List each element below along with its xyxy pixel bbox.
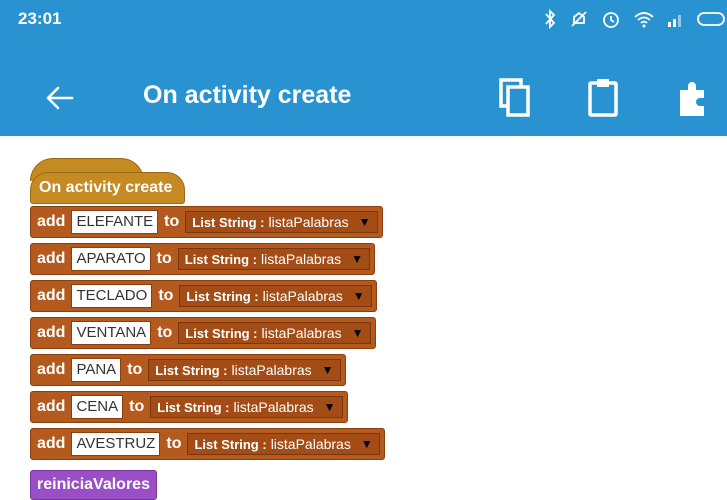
to-keyword: to bbox=[156, 250, 172, 267]
add-to-list-block[interactable]: add TECLADO to List String : listaPalabras ▼ bbox=[30, 280, 377, 312]
add-to-list-block[interactable]: add CENA to List String : listaPalabras ▼ bbox=[30, 391, 348, 423]
paste-button[interactable] bbox=[584, 76, 624, 120]
event-block[interactable]: On activity create bbox=[30, 172, 186, 204]
list-name-label: listaPalabras bbox=[270, 436, 351, 452]
bluetooth-icon bbox=[543, 9, 557, 29]
dropdown-arrow-icon[interactable]: ▼ bbox=[361, 437, 373, 451]
dropdown-arrow-icon[interactable]: ▼ bbox=[324, 400, 336, 414]
list-type-label: List String : bbox=[194, 436, 267, 452]
battery-icon bbox=[697, 11, 727, 27]
list-name-label: listaPalabras bbox=[262, 288, 343, 304]
list-variable-dropdown[interactable]: List String : listaPalabras ▼ bbox=[150, 396, 343, 418]
signal-icon bbox=[667, 11, 685, 27]
add-to-list-block[interactable]: add ELEFANTE to List String : listaPalabras ▼ bbox=[30, 206, 383, 238]
list-type-label: List String : bbox=[157, 399, 230, 415]
list-type-label: List String : bbox=[155, 362, 228, 378]
procedure-call-block[interactable]: reiniciaValores bbox=[30, 470, 157, 500]
list-name-label: listaPalabras bbox=[261, 325, 342, 341]
to-keyword: to bbox=[129, 398, 145, 415]
to-keyword: to bbox=[127, 361, 143, 378]
list-variable-dropdown[interactable]: List String : listaPalabras ▼ bbox=[178, 322, 371, 344]
string-value-field[interactable]: APARATO bbox=[71, 247, 151, 271]
add-to-list-block[interactable]: add APARATO to List String : listaPalabras ▼ bbox=[30, 243, 376, 275]
arrow-left-icon bbox=[46, 86, 74, 110]
status-time: 23:01 bbox=[18, 9, 62, 28]
to-keyword: to bbox=[164, 213, 180, 230]
dropdown-arrow-icon[interactable]: ▼ bbox=[351, 252, 363, 266]
string-value-field[interactable]: VENTANA bbox=[71, 321, 152, 345]
list-name-label: listaPalabras bbox=[268, 214, 349, 230]
puzzle-icon bbox=[680, 82, 704, 116]
list-type-label: List String : bbox=[185, 325, 258, 341]
page-title: On activity create bbox=[143, 81, 352, 109]
string-value-field[interactable]: ELEFANTE bbox=[71, 210, 159, 234]
list-type-label: List String : bbox=[186, 288, 259, 304]
string-value-field[interactable]: TECLADO bbox=[71, 284, 153, 308]
list-type-label: List String : bbox=[192, 214, 265, 230]
add-keyword: add bbox=[37, 213, 66, 230]
copy-button[interactable] bbox=[496, 76, 536, 120]
blocks-canvas[interactable]: On activity create add ELEFANTE to List Str… bbox=[0, 136, 727, 500]
add-to-list-block[interactable]: add PANA to List String : listaPalabras ▼ bbox=[30, 354, 346, 386]
add-keyword: add bbox=[37, 324, 66, 341]
add-keyword: add bbox=[37, 287, 66, 304]
clipboard-icon bbox=[588, 79, 618, 117]
add-keyword: add bbox=[37, 250, 66, 267]
add-to-list-block[interactable]: add AVESTRUZ to List String : listaPalabras ▼ bbox=[30, 428, 385, 460]
status-bar: 23:01 bbox=[0, 0, 727, 38]
app-bar: On activity create bbox=[0, 38, 727, 136]
add-keyword: add bbox=[37, 361, 66, 378]
dropdown-arrow-icon[interactable]: ▼ bbox=[322, 363, 334, 377]
back-button[interactable] bbox=[40, 78, 80, 118]
list-name-label: listaPalabras bbox=[231, 362, 312, 378]
string-value-field[interactable]: AVESTRUZ bbox=[71, 432, 161, 456]
list-variable-dropdown[interactable]: List String : listaPalabras ▼ bbox=[179, 285, 372, 307]
string-value-field[interactable]: CENA bbox=[71, 395, 124, 419]
add-keyword: add bbox=[37, 398, 66, 415]
to-keyword: to bbox=[166, 435, 182, 452]
list-name-label: listaPalabras bbox=[260, 251, 342, 267]
dropdown-arrow-icon[interactable]: ▼ bbox=[353, 289, 365, 303]
alarm-icon bbox=[601, 9, 621, 29]
to-keyword: to bbox=[157, 324, 173, 341]
string-value-field[interactable]: PANA bbox=[71, 358, 122, 382]
list-variable-dropdown[interactable]: List String : listaPalabras ▼ bbox=[148, 359, 341, 381]
list-variable-dropdown[interactable]: List String : listaPalabras ▼ bbox=[177, 248, 371, 270]
status-icons bbox=[543, 5, 727, 33]
dropdown-arrow-icon[interactable]: ▼ bbox=[359, 215, 371, 229]
add-keyword: add bbox=[37, 435, 66, 452]
list-variable-dropdown[interactable]: List String : listaPalabras ▼ bbox=[185, 211, 378, 233]
list-variable-dropdown[interactable]: List String : listaPalabras ▼ bbox=[187, 433, 380, 455]
wifi-icon bbox=[633, 10, 655, 28]
dropdown-arrow-icon[interactable]: ▼ bbox=[352, 326, 364, 340]
list-type-label: List String : bbox=[184, 251, 257, 267]
mute-icon bbox=[569, 9, 589, 29]
list-name-label: listaPalabras bbox=[233, 399, 314, 415]
puzzle-button[interactable] bbox=[672, 76, 712, 120]
add-to-list-block[interactable]: add VENTANA to List String : listaPalabras ▼ bbox=[30, 317, 376, 349]
copy-icon bbox=[499, 78, 530, 117]
to-keyword: to bbox=[158, 287, 174, 304]
